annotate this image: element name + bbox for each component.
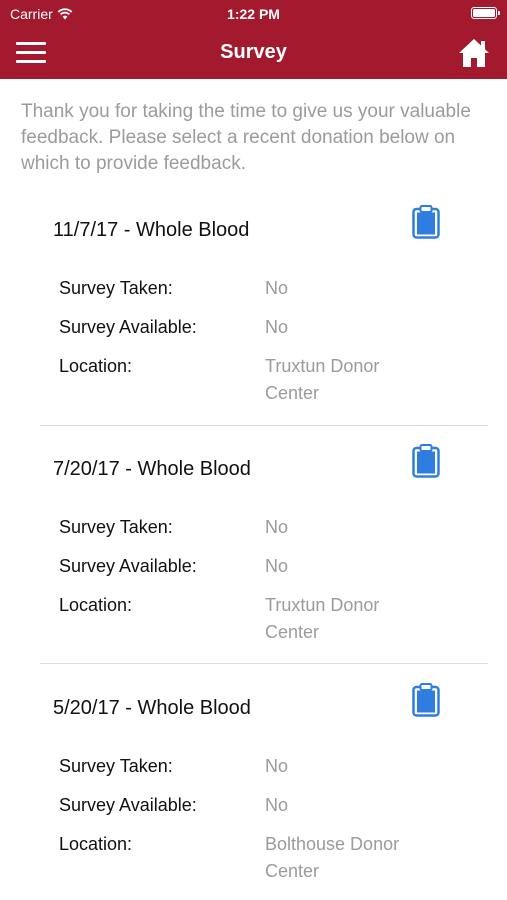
survey-available-label: Survey Available: <box>59 317 197 337</box>
nav-bar: Survey <box>0 28 507 79</box>
survey-taken-label: Survey Taken: <box>59 517 173 537</box>
intro-text: Thank you for taking the time to give us… <box>21 101 471 174</box>
status-time: 1:22 PM <box>227 6 280 22</box>
location-value: Truxtun Donor Center <box>265 356 380 403</box>
location-value: Bolthouse Donor Center <box>265 834 400 881</box>
survey-taken-value: No <box>265 278 289 298</box>
survey-available-value: No <box>265 317 289 337</box>
survey-available-label: Survey Available: <box>59 556 197 576</box>
location-label: Location: <box>59 834 133 854</box>
location-value: Truxtun Donor Center <box>265 595 380 642</box>
survey-available-value: No <box>265 795 289 815</box>
survey-taken-label: Survey Taken: <box>59 756 173 776</box>
donation-title: 5/20/17 - Whole Blood <box>53 697 251 719</box>
survey-available-label: Survey Available: <box>59 795 197 815</box>
survey-taken-value: No <box>265 756 289 776</box>
donation-title: 7/20/17 - Whole Blood <box>53 458 251 480</box>
clipboard-icon[interactable] <box>412 683 440 717</box>
clipboard-icon[interactable] <box>412 205 440 239</box>
status-bar: Carrier 1:22 PM <box>0 0 507 28</box>
survey-taken-label: Survey Taken: <box>59 278 173 298</box>
survey-available-value: No <box>265 556 289 576</box>
home-icon[interactable] <box>457 36 491 70</box>
location-label: Location: <box>59 595 133 615</box>
clipboard-icon[interactable] <box>412 444 440 478</box>
divider <box>40 425 488 426</box>
survey-taken-value: No <box>265 517 289 537</box>
donation-title: 11/7/17 - Whole Blood <box>53 219 250 241</box>
location-label: Location: <box>59 356 133 376</box>
page-title: Survey <box>220 41 287 63</box>
battery-icon <box>471 7 500 19</box>
divider <box>40 663 488 664</box>
